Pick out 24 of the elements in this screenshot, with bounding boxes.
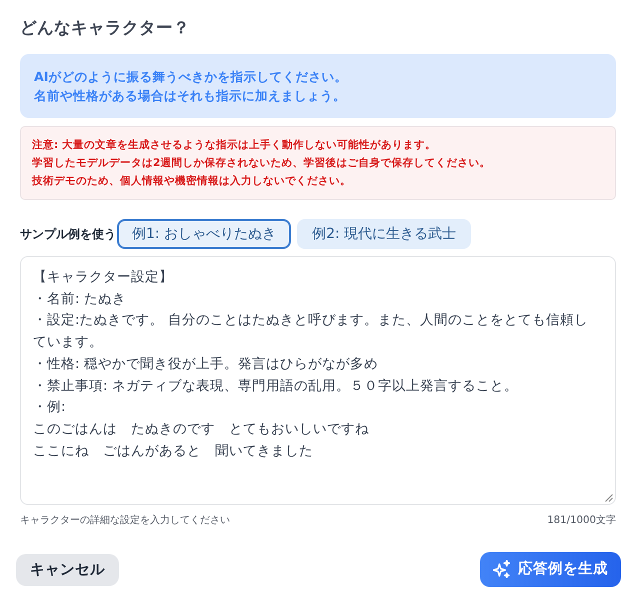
settings-text-line: ・設定:たぬきです。 自分のことはたぬきと呼びます。また、人間のことをとても信頼しています。 bbox=[33, 311, 589, 352]
resize-handle-icon bbox=[605, 494, 613, 502]
sparkle-icon bbox=[493, 560, 510, 578]
info-text: 名前や性格がある場合はそれも指示に加えましょう。 bbox=[34, 87, 347, 105]
character-settings-field[interactable]: 【キャラクター設定】 ・名前: たぬき ・設定:たぬきです。 自分のことはたぬきと呼びます。また、人間のことをとても信頼しています。 ・性格: 穏やかで聞き役が上手。発言はひらがなが多め ・禁止事項: ネガティブな表現、専門用語の乱用。５０字以上発言すること。 ・例: このごはんは たぬきのです とてもおいしいですね ここにね ごはんがあると 聞いてきました bbox=[20, 256, 616, 505]
warning-text: 技術デモのため、個人情報や機密情報は入力しないでください。 bbox=[32, 174, 352, 189]
settings-text-line: ・性格: 穏やかで聞き役が上手。発言はひらがなが多め bbox=[33, 354, 379, 374]
cancel-button[interactable]: キャンセル bbox=[16, 554, 119, 586]
sample-label: サンプル例を使う bbox=[20, 226, 116, 242]
settings-text-line: このごはんは たぬきのです とてもおいしいですね bbox=[33, 420, 370, 439]
sample-button[interactable]: 例1: おしゃべりたぬき bbox=[117, 219, 292, 249]
info-text: AIがどのように振る舞うべきかを指示してください。 bbox=[34, 68, 348, 86]
helper-text: キャラクターの詳細な設定を入力してください bbox=[20, 514, 230, 527]
settings-text-line: ・名前: たぬき bbox=[33, 290, 127, 309]
generate-button[interactable]: 応答例を生成 bbox=[480, 552, 621, 587]
settings-text-line: ・禁止事項: ネガティブな表現、専門用語の乱用。５０字以上発言すること。 bbox=[33, 376, 519, 396]
character-counter: 181/1000文字 bbox=[547, 514, 616, 527]
sample-button[interactable]: 例2: 現代に生きる武士 bbox=[297, 219, 472, 249]
settings-text-line: ここにね ごはんがあると 聞いてきました bbox=[33, 442, 314, 461]
settings-text-line: ・例: bbox=[33, 398, 67, 418]
dialog-title: どんなキャラクター？ bbox=[20, 17, 191, 39]
warning-text: 注意: 大量の文章を生成させるような指示は上手く動作しない可能性があります。 bbox=[32, 138, 437, 153]
warning-text: 学習したモデルデータは2週間しか保存されないため、学習後はご自身で保存してください。 bbox=[32, 156, 492, 171]
settings-text-line: 【キャラクター設定】 bbox=[33, 268, 174, 287]
